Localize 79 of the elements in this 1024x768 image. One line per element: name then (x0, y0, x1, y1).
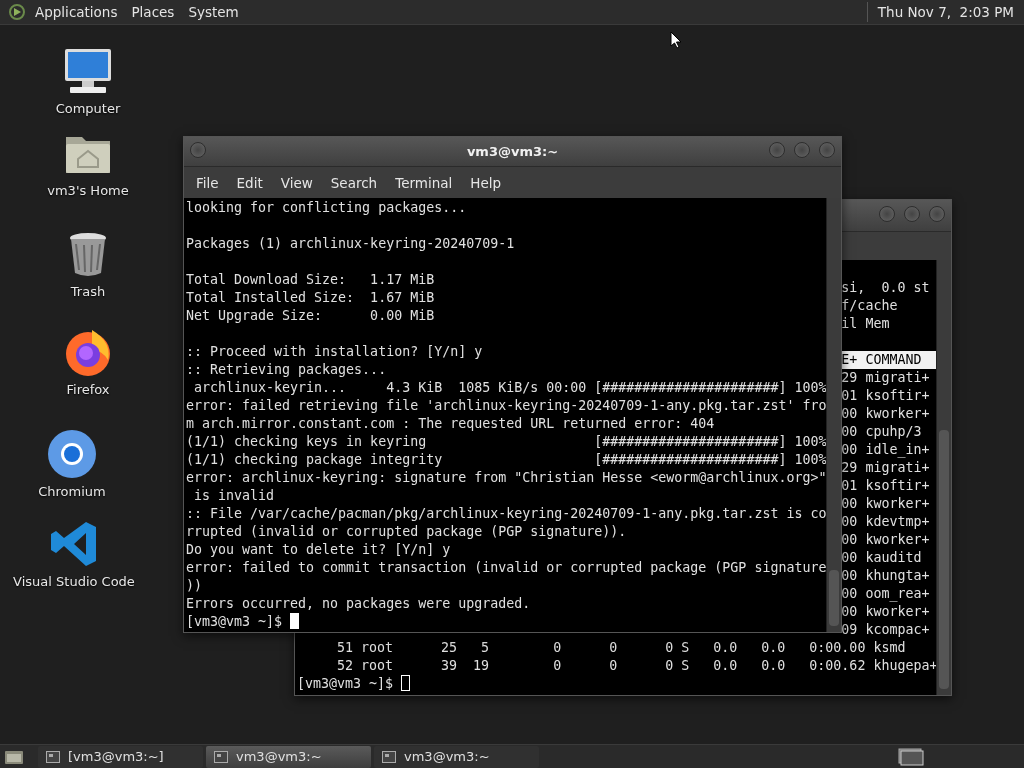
menu-item[interactable]: Terminal (387, 172, 461, 193)
scrollbar[interactable] (936, 260, 951, 695)
window-button[interactable] (819, 142, 835, 158)
terminal-line: 51 root 25 5 0 0 0 S 0.0 0.0 0:00.00 ksmd (336, 640, 906, 655)
terminal-line: 00 kworker+ (841, 604, 930, 619)
column-header: E+ COMMAND (841, 351, 936, 369)
terminal-line: 00 idle_in+ (841, 442, 930, 457)
terminal-line: il Mem (841, 316, 890, 331)
terminal-line: (1/1) checking keys in keyring [######################] 100% (186, 434, 826, 449)
terminal-prompt: [vm3@vm3 ~]$ (186, 614, 283, 629)
desktop-icon-label[interactable]: Firefox (66, 382, 110, 397)
terminal-line: )) (186, 578, 202, 593)
window-icon (382, 750, 396, 763)
window-button[interactable] (929, 206, 945, 222)
terminal-line: is invalid (193, 488, 275, 503)
terminal-line: Net Upgrade Size: 0.00 MiB (186, 308, 435, 323)
terminal-line: :: Retrieving packages... (186, 362, 387, 377)
terminal-line: m arch.mirror.constant.com : The requested URL returned error: 404 (186, 416, 715, 431)
terminal-line: 00 kworker+ (841, 496, 930, 511)
workspace-switcher-icon[interactable] (898, 747, 924, 766)
chromium-icon (46, 428, 98, 480)
terminal-line: 00 kdevtmp+ (841, 514, 930, 529)
panel-menu[interactable]: Places (126, 2, 180, 22)
terminal-line: 00 kauditd (841, 550, 922, 565)
terminal-line: Errors occurred, no packages were upgraded. (186, 596, 531, 611)
terminal-line: error: archlinux-keyring: signature from "Christian Hesse <eworm@archlinux.org>" (186, 470, 826, 485)
terminal-line: 29 migrati+ (841, 370, 930, 385)
terminal-line: 01 ksoftir+ (841, 478, 930, 493)
terminal-line: error: failed to commit transaction (invalid or corrupted package (PGP signature (186, 560, 826, 575)
terminal-line: 00 kworker+ (841, 532, 930, 547)
window-button[interactable] (794, 142, 810, 158)
terminal-line: :: Proceed with installation? [Y/n] y (186, 344, 483, 359)
desktop-icon-label[interactable]: Trash (70, 284, 106, 299)
terminal-line: 29 migrati+ (841, 460, 930, 475)
window-button[interactable] (904, 206, 920, 222)
window-menu-button[interactable] (190, 142, 206, 158)
terminal-line: (1/1) checking package integrity [######################] 100% (186, 452, 826, 467)
menu-item[interactable]: Help (462, 172, 510, 193)
menu-item[interactable]: Search (322, 172, 386, 193)
panel-menu[interactable]: Applications (30, 2, 123, 22)
window-icon (46, 750, 60, 763)
terminal-line: si, 0.0 st (841, 280, 930, 295)
terminal-line: :: File /var/cache/pacman/pkg/archlinux-keyring-20240709-1-any.pkg.tar.zst is co (186, 506, 826, 521)
terminal-line: f/cache (841, 298, 898, 313)
window-button[interactable] (769, 142, 785, 158)
terminal-line: archlinux-keyrin... 4.3 KiB 1085 KiB/s 00:00 [######################] 100% (193, 380, 826, 395)
terminal-line: Total Installed Size: 1.67 MiB (186, 290, 435, 305)
terminal-line: rrupted (invalid or corrupted package (PGP signature)). (186, 524, 627, 539)
terminal-line: error: failed retrieving file 'archlinux-keyring-20240709-1-any.pkg.tar.zst' fro (186, 398, 826, 413)
desktop-icon-label[interactable]: Chromium (38, 484, 106, 499)
terminal-line: Total Download Size: 1.17 MiB (186, 272, 435, 287)
scrollbar[interactable] (826, 198, 841, 632)
panel-menu[interactable]: System (183, 2, 244, 22)
window-icon (214, 750, 228, 763)
mouse-pointer-icon (670, 31, 682, 49)
window-button[interactable] (879, 206, 895, 222)
desktop-icon-label[interactable]: Visual Studio Code (13, 574, 135, 589)
terminal-line: 00 cpuhp/3 (841, 424, 922, 439)
terminal-line: 00 oom_rea+ (841, 586, 930, 601)
taskbar-button[interactable]: vm3@vm3:~ (374, 745, 539, 768)
desktop-icon-label[interactable]: vm3's Home (47, 183, 129, 198)
taskbar-button[interactable]: [vm3@vm3:~] (38, 745, 203, 768)
menu-item[interactable]: Edit (228, 172, 271, 193)
terminal-line: 00 khungta+ (841, 568, 930, 583)
terminal-line: 52 root 39 19 0 0 0 S 0.0 0.0 0:00.62 khugepa+ (336, 658, 936, 673)
desktop-icon-label[interactable]: Computer (55, 101, 121, 116)
distro-logo-icon[interactable] (8, 3, 26, 21)
terminal-line: 01 ksoftir+ (841, 388, 930, 403)
terminal-line: looking for conflicting packages... (186, 200, 467, 215)
terminal-line: 00 kworker+ (841, 406, 930, 421)
menu-item[interactable]: View (272, 172, 321, 193)
menu-item[interactable]: File (188, 172, 227, 193)
terminal-prompt: [vm3@vm3 ~]$ (297, 676, 394, 691)
terminal-line: Packages (1) archlinux-keyring-20240709-1 (186, 236, 515, 251)
terminal-line: Do you want to delete it? [Y/n] y (186, 542, 451, 557)
window-title: vm3@vm3:~ (466, 144, 559, 159)
clock[interactable]: Thu Nov 7, 2:03 PM (866, 2, 1020, 22)
terminal-line: 09 kcompac+ (841, 622, 930, 637)
taskbar-button[interactable]: vm3@vm3:~ (206, 745, 371, 768)
